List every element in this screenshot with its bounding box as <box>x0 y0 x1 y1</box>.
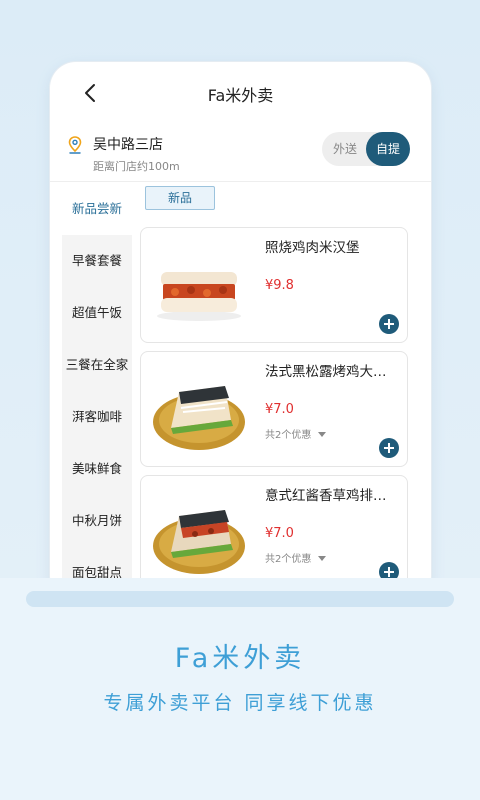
page-title: Fa米外卖 <box>207 86 274 105</box>
banner-tagline: 专属外卖平台 同享线下优惠 <box>103 692 377 714</box>
product-card[interactable]: 意式红酱香草鸡排米汉堡 ¥7.0 共2个优惠 <box>140 475 408 591</box>
caret-down-icon <box>317 556 326 561</box>
product-name: 法式黑松露烤鸡大米汉堡 <box>265 364 393 380</box>
category-item[interactable]: 新品尝新 <box>62 183 132 235</box>
delivery-mode-toggle: 外送 自提 <box>322 132 410 166</box>
product-image <box>153 510 245 574</box>
category-item[interactable]: 湃客咖啡 <box>62 391 132 443</box>
promo-info[interactable]: 共2个优惠 <box>265 550 326 565</box>
promo-label: 共2个优惠 <box>265 554 312 565</box>
category-item[interactable]: 中秋月饼 <box>62 495 132 547</box>
category-sidebar: 新品尝新 早餐套餐 超值午饭 三餐在全家 湃客咖啡 美味鲜食 中秋月饼 面包甜点 <box>50 183 132 602</box>
add-to-cart-button[interactable] <box>379 314 399 334</box>
category-item[interactable]: 早餐套餐 <box>62 235 132 287</box>
promo-label: 共2个优惠 <box>265 430 312 441</box>
product-card[interactable]: 照烧鸡肉米汉堡 ¥9.8 <box>140 227 408 343</box>
category-item[interactable]: 美味鲜食 <box>62 443 132 495</box>
store-header: 吴中路三店 距离门店约100m 外送 自提 <box>50 124 431 182</box>
category-item[interactable]: 超值午饭 <box>62 287 132 339</box>
product-price: ¥7.0 <box>265 402 294 417</box>
product-price: ¥9.8 <box>265 278 294 293</box>
promo-info[interactable]: 共2个优惠 <box>265 426 326 441</box>
category-item[interactable]: 三餐在全家 <box>62 339 132 391</box>
product-image <box>157 272 241 321</box>
product-name: 意式红酱香草鸡排米汉堡 <box>265 488 393 504</box>
product-name: 照烧鸡肉米汉堡 <box>265 240 360 256</box>
location-pin-icon <box>68 136 82 154</box>
store-name[interactable]: 吴中路三店 <box>93 134 163 154</box>
section-chip: 新品 <box>145 186 215 210</box>
top-bar: Fa米外卖 <box>50 62 431 122</box>
plus-icon <box>384 319 394 329</box>
mode-pickup-button[interactable]: 自提 <box>366 132 410 166</box>
banner-divider <box>26 591 454 607</box>
product-list: 新品 照烧鸡肉米汉堡 ¥9.8 法式黑松露烤鸡大米 ¥7.0 共2个优惠 意式红… <box>140 183 431 602</box>
product-card[interactable]: 法式黑松露烤鸡大米汉堡 ¥7.0 共2个优惠 <box>140 351 408 467</box>
add-to-cart-button[interactable] <box>379 438 399 458</box>
product-price: ¥7.0 <box>265 526 294 541</box>
product-image <box>153 386 245 450</box>
app-window: Fa米外卖 吴中路三店 距离门店约100m 外送 自提 新品尝新 早餐套餐 超值… <box>50 62 431 602</box>
store-distance: 距离门店约100m <box>93 160 180 173</box>
banner-headline: Fa米外卖 <box>174 643 306 674</box>
plus-icon <box>384 443 394 453</box>
mode-delivery-button[interactable]: 外送 <box>322 132 368 166</box>
caret-down-icon <box>317 432 326 437</box>
